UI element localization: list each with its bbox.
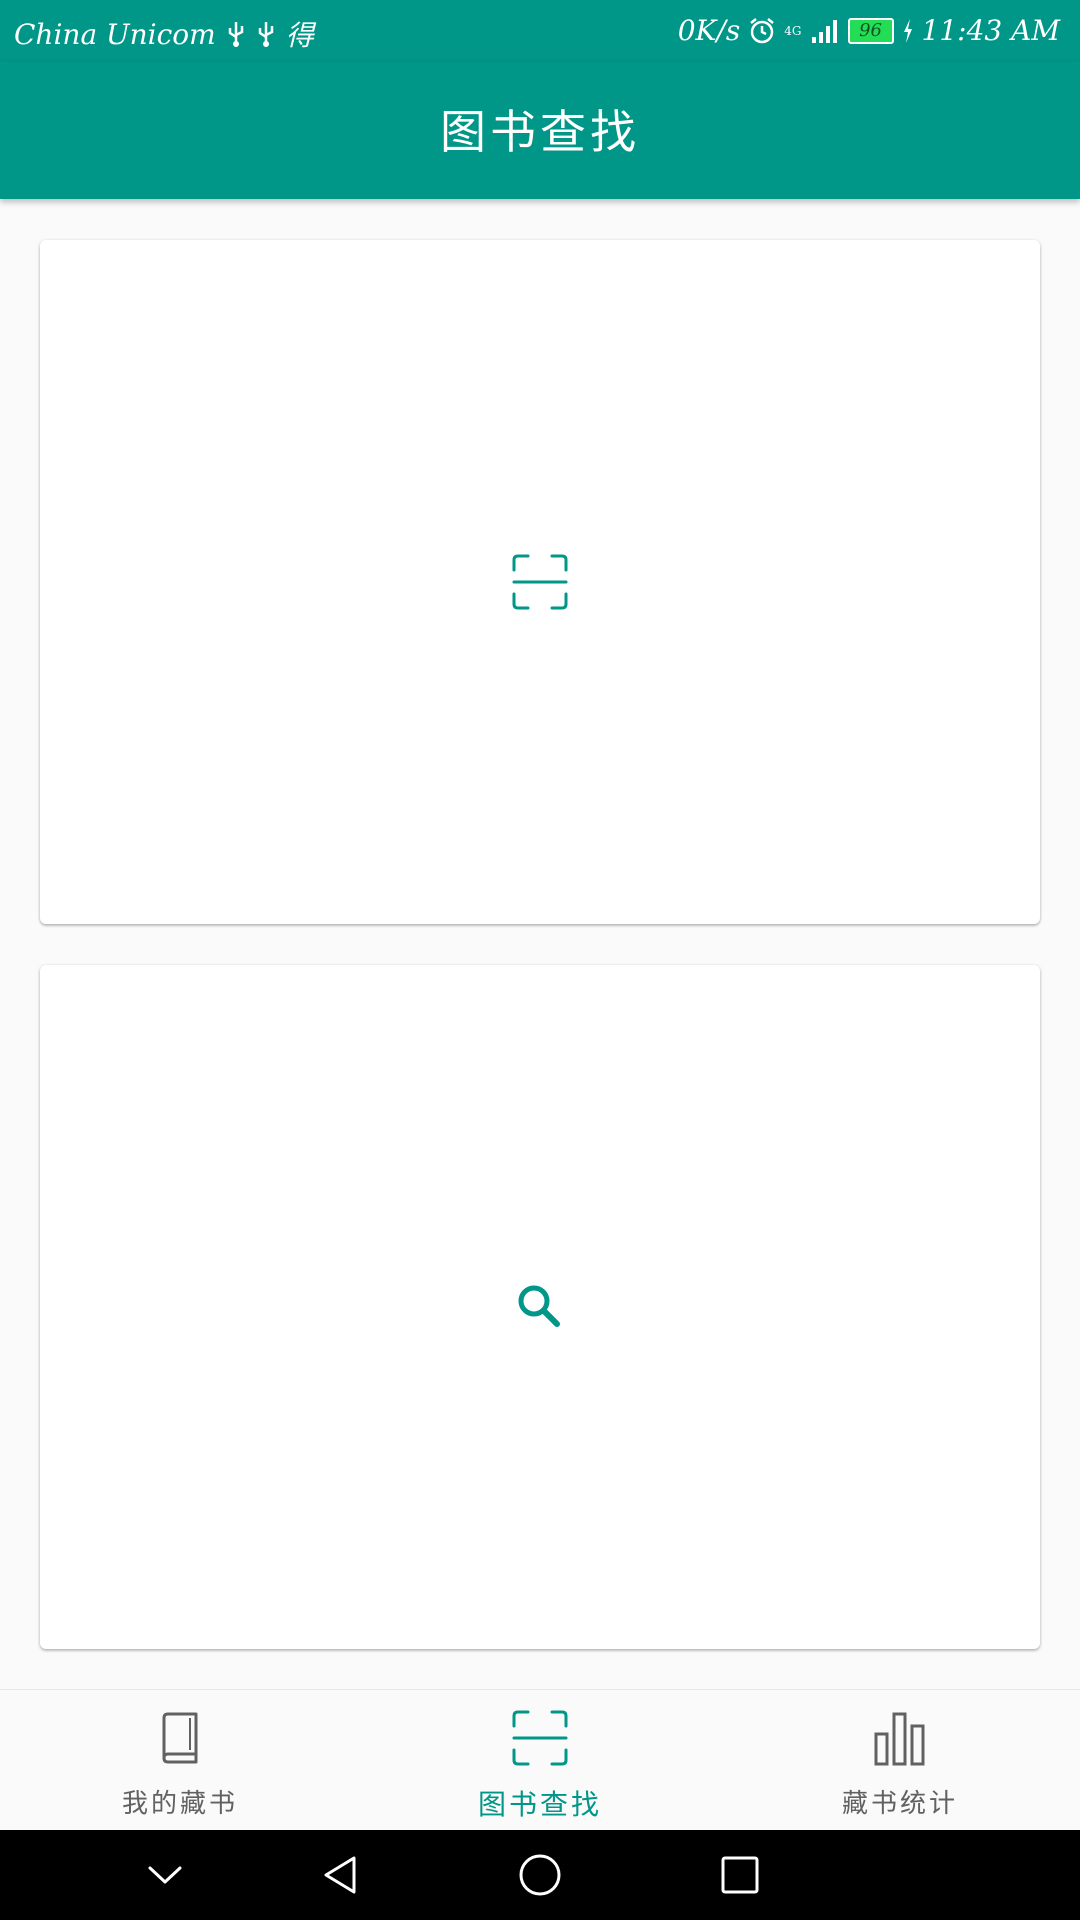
charging-icon — [903, 18, 912, 43]
search-icon — [518, 1285, 560, 1327]
usb-icon — [228, 22, 243, 47]
home-icon[interactable] — [515, 1850, 565, 1900]
bottom-navigation: 我的藏书 图书查找 藏书统计 — [0, 1689, 1080, 1831]
system-navigation-bar — [0, 1830, 1080, 1920]
bar-chart-icon — [874, 1712, 925, 1766]
recent-apps-icon[interactable] — [715, 1850, 765, 1900]
scan-icon — [512, 1710, 568, 1766]
nav-item-book-search[interactable]: 图书查找 — [360, 1690, 720, 1831]
app-notification-icon: 得 — [285, 19, 314, 52]
status-left: China Unicom 得 — [14, 14, 314, 54]
nav-item-statistics[interactable]: 藏书统计 — [720, 1690, 1080, 1831]
network-type: 4G — [784, 23, 802, 38]
alarm-icon — [750, 17, 775, 43]
back-icon[interactable] — [316, 1850, 366, 1900]
clock: 11:43 AM — [921, 14, 1060, 47]
search-card[interactable] — [40, 965, 1040, 1649]
signal-icon — [811, 19, 837, 43]
book-icon — [162, 1712, 198, 1764]
battery-level: 96 — [859, 20, 882, 41]
status-right: 0K/s 4G 96 11:43 AM — [678, 14, 1060, 47]
nav-label-statistics: 藏书统计 — [841, 1789, 958, 1819]
page-title: 图书查找 — [440, 105, 640, 159]
nav-item-my-books[interactable]: 我的藏书 — [0, 1690, 360, 1831]
carrier-label: China Unicom — [14, 17, 216, 51]
usb-icon — [258, 22, 273, 47]
network-speed: 0K/s — [677, 14, 741, 47]
scan-icon — [512, 554, 568, 610]
nav-label-my-books: 我的藏书 — [121, 1789, 238, 1819]
status-bar: China Unicom 得 0K/s 4G 96 11:43 AM — [0, 0, 1080, 62]
nav-label-book-search: 图书查找 — [477, 1788, 602, 1821]
app-bar: 图书查找 — [0, 62, 1080, 199]
chevron-down-icon[interactable] — [140, 1850, 190, 1900]
battery-icon: 96 — [847, 17, 894, 44]
scan-card[interactable] — [40, 240, 1040, 924]
